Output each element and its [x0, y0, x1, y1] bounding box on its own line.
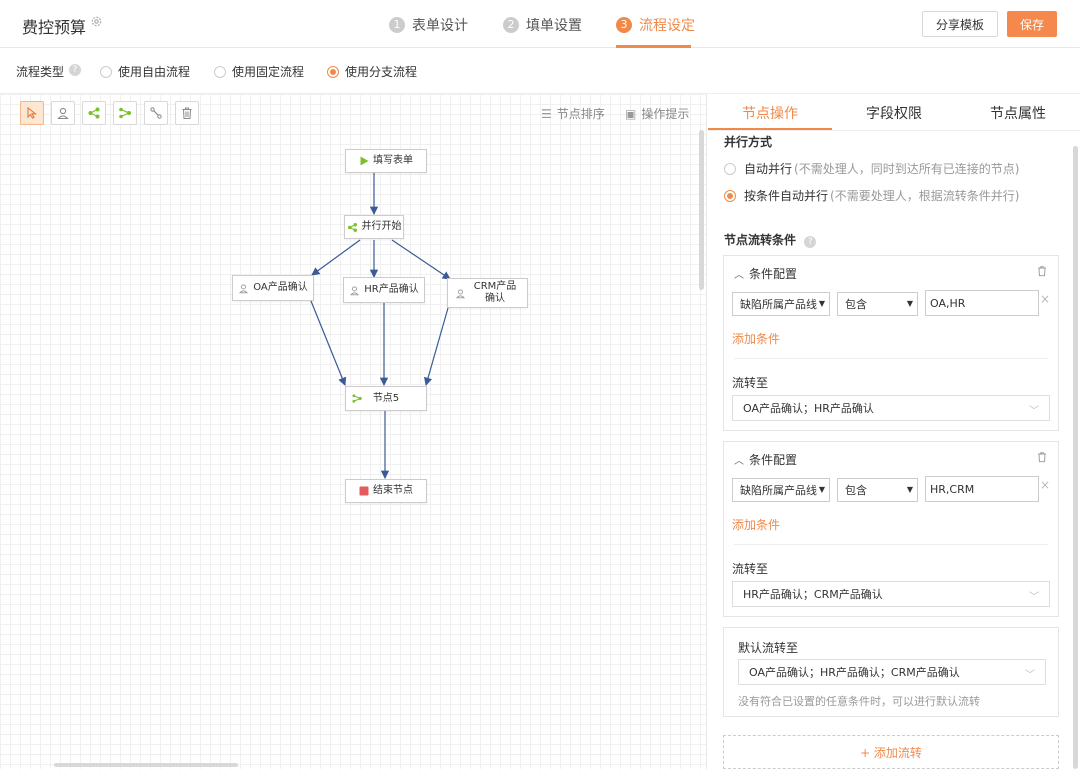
edge-oa-to-merge[interactable] — [310, 300, 347, 386]
radio-hint: (不需要处理人，根据流转条件并行) — [830, 189, 1020, 203]
node-parallel-start[interactable]: 并行开始 — [344, 215, 404, 239]
stop-icon — [359, 486, 369, 496]
condition-field-select[interactable]: 缺陷所属产品线 ▼ — [732, 478, 830, 502]
radio-circle — [724, 189, 736, 202]
select-value: 包含 — [845, 484, 867, 497]
condition-config-1: ︿ 条件配置 缺陷所属产品线 ▼ 包含 ▼ OA,HR × 添加条件 流转至 O… — [723, 255, 1059, 431]
chevron-up-icon: ︿ — [734, 270, 744, 281]
parallel-mode-title: 并行方式 — [724, 135, 773, 149]
node-crm-confirm[interactable]: CRM产品确认 — [447, 278, 528, 308]
caret-down-icon: ▼ — [906, 485, 913, 494]
caret-down-icon: ▼ — [906, 299, 913, 308]
condition-value-input[interactable]: HR,CRM — [925, 476, 1039, 502]
tabs-divider — [706, 130, 1080, 131]
user-icon — [349, 285, 360, 296]
flow-to-label: 流转至 — [732, 562, 769, 576]
condition-field-select[interactable]: 缺陷所属产品线 ▼ — [732, 292, 830, 316]
tab-field-permission[interactable]: 字段权限 — [832, 96, 956, 130]
radio-label: 自动并行 — [744, 162, 793, 176]
select-value: 缺陷所属产品线 — [740, 484, 817, 497]
close-icon[interactable]: × — [1040, 292, 1050, 306]
close-icon[interactable]: × — [1040, 478, 1050, 492]
condition-value-input[interactable]: OA,HR — [925, 290, 1039, 316]
trash-icon[interactable] — [1036, 451, 1048, 463]
caret-down-icon: ▼ — [816, 485, 825, 494]
condition-operator-select[interactable]: 包含 ▼ — [837, 478, 918, 502]
node-label: 节点5 — [372, 392, 400, 404]
panel-scrollbar[interactable] — [1073, 146, 1078, 769]
flow-to-label: 流转至 — [732, 376, 769, 390]
default-flow-select[interactable]: OA产品确认；HR产品确认；CRM产品确认 ﹀ — [738, 659, 1046, 685]
condition-header[interactable]: ︿ 条件配置 — [734, 265, 797, 282]
fork-icon — [347, 222, 358, 233]
flow-to-select[interactable]: HR产品确认；CRM产品确认 ﹀ — [732, 581, 1050, 607]
add-flow-button[interactable]: + 添加流转 — [723, 735, 1059, 769]
node-hr-confirm[interactable]: HR产品确认 — [343, 277, 425, 303]
user-icon — [455, 288, 466, 299]
play-icon — [359, 156, 369, 166]
node-end[interactable]: 结束节点 — [345, 479, 427, 503]
condition-title: 条件配置 — [749, 267, 798, 281]
radio-auto-parallel[interactable]: 自动并行 (不需处理人，同时到达所有已连接的节点) — [724, 160, 1019, 177]
node-merge[interactable]: 节点5 — [345, 386, 427, 411]
chevron-down-icon: ﹀ — [1029, 592, 1039, 603]
select-value: 包含 — [845, 298, 867, 311]
edge-crm-to-merge[interactable] — [423, 307, 449, 387]
chevron-down-icon: ﹀ — [1025, 670, 1035, 681]
condition-header[interactable]: ︿ 条件配置 — [734, 451, 797, 468]
tab-node-properties[interactable]: 节点属性 — [956, 96, 1080, 130]
flow-to-select[interactable]: OA产品确认；HR产品确认 ﹀ — [732, 395, 1050, 421]
node-label: 并行开始 — [361, 221, 402, 232]
user-icon — [238, 283, 249, 294]
chevron-up-icon: ︿ — [734, 456, 744, 467]
default-flow-label: 默认流转至 — [738, 641, 799, 655]
help-icon[interactable]: ? — [804, 236, 817, 248]
edge-parallel-to-oa[interactable] — [311, 239, 361, 276]
tab-node-operation[interactable]: 节点操作 — [708, 96, 832, 130]
radio-label: 按条件自动并行 — [744, 189, 829, 203]
select-value: OA产品确认；HR产品确认；CRM产品确认 — [749, 666, 960, 679]
select-value: HR产品确认；CRM产品确认 — [743, 588, 883, 601]
radio-hint: (不需处理人，同时到达所有已连接的节点) — [794, 162, 1020, 176]
select-value: OA产品确认；HR产品确认 — [743, 402, 874, 415]
condition-config-2: ︿ 条件配置 缺陷所属产品线 ▼ 包含 ▼ HR,CRM × 添加条件 流转至 … — [723, 441, 1059, 617]
radio-conditional-parallel[interactable]: 按条件自动并行 (不需要处理人，根据流转条件并行) — [724, 187, 1019, 204]
node-label: HR产品确认 — [364, 284, 419, 295]
add-condition-link[interactable]: 添加条件 — [732, 516, 780, 533]
share-template-button[interactable]: 分享模板 — [922, 11, 998, 37]
node-oa-confirm[interactable]: OA产品确认 — [232, 275, 314, 301]
node-label: CRM产品确认 — [473, 281, 517, 304]
node-label: 结束节点 — [373, 485, 413, 496]
canvas-horizontal-scrollbar[interactable] — [54, 763, 238, 767]
node-label: 填写表单 — [373, 155, 413, 166]
default-flow-box: 默认流转至 OA产品确认；HR产品确认；CRM产品确认 ﹀ 没有符合已设置的任意… — [723, 627, 1059, 717]
flow-edges — [310, 173, 451, 480]
condition-title: 条件配置 — [749, 453, 798, 467]
divider — [734, 544, 1048, 545]
chevron-down-icon: ﹀ — [1029, 406, 1039, 417]
canvas-vertical-scrollbar[interactable] — [699, 130, 704, 290]
select-value: 缺陷所属产品线 — [740, 298, 817, 311]
condition-operator-select[interactable]: 包含 ▼ — [837, 292, 918, 316]
flow-condition-title: 节点流转条件 ? — [724, 231, 817, 248]
radio-circle — [724, 162, 736, 175]
save-button[interactable]: 保存 — [1007, 11, 1057, 37]
default-flow-note: 没有符合已设置的任意条件时，可以进行默认流转 — [738, 695, 980, 708]
node-label: OA产品确认 — [253, 282, 308, 293]
flow-condition-label: 节点流转条件 — [724, 233, 797, 247]
divider — [734, 358, 1048, 359]
add-condition-link[interactable]: 添加条件 — [732, 330, 780, 347]
caret-down-icon: ▼ — [816, 299, 825, 308]
node-start[interactable]: 填写表单 — [345, 149, 427, 173]
edge-parallel-to-crm[interactable] — [391, 239, 451, 280]
merge-icon — [351, 393, 363, 404]
trash-icon[interactable] — [1036, 265, 1048, 277]
